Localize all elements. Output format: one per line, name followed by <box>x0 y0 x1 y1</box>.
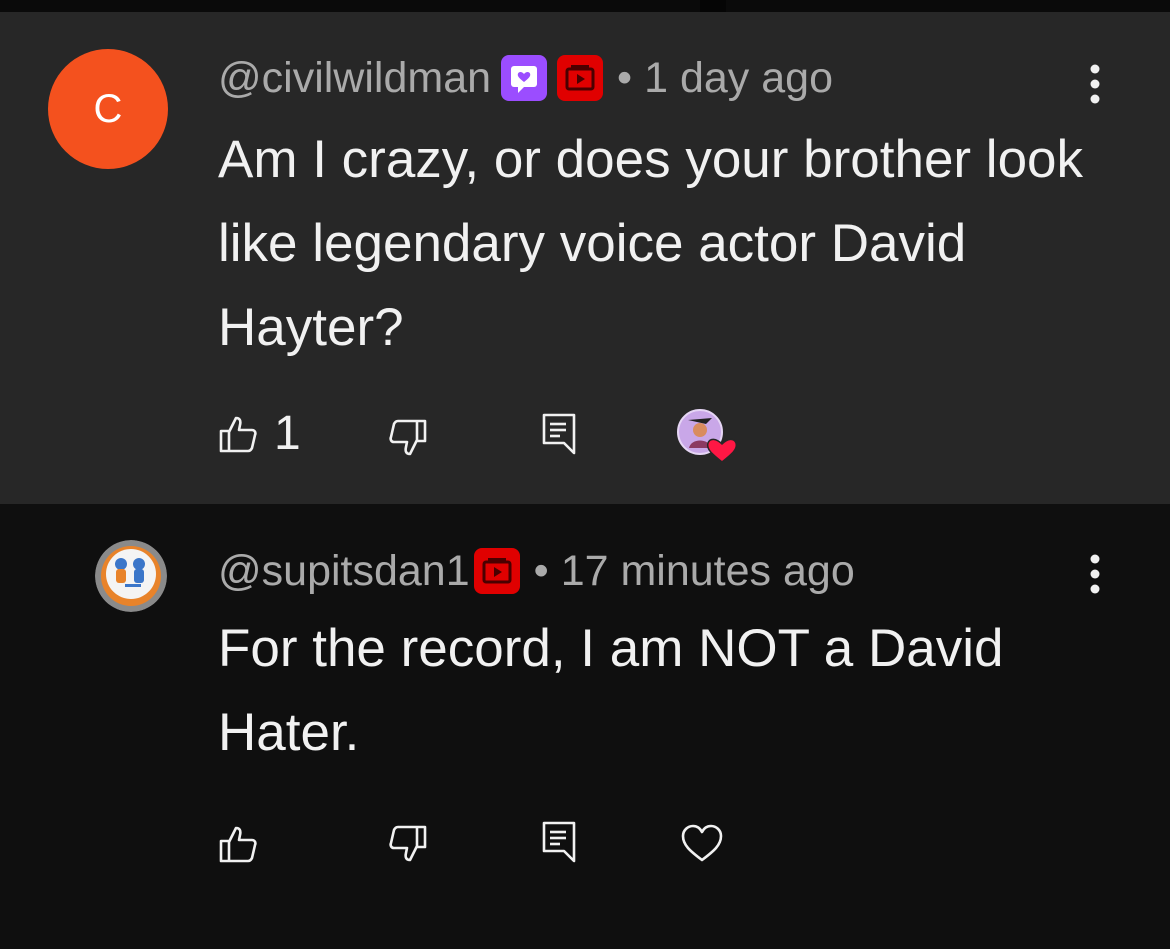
comment-header: @civilwildman • 1 day ago <box>218 53 833 103</box>
dislike-button[interactable] <box>388 418 428 458</box>
more-options-icon[interactable] <box>1080 546 1110 606</box>
avatar[interactable] <box>95 540 167 612</box>
thumbs-up-icon <box>219 826 257 863</box>
creator-heart-icon <box>676 408 742 466</box>
meta-separator: • <box>617 53 633 102</box>
reply-button[interactable] <box>541 820 577 864</box>
reply-icon <box>542 413 576 455</box>
heart-button[interactable] <box>680 822 724 864</box>
author-name[interactable]: @civilwildman <box>218 54 491 103</box>
like-button[interactable] <box>218 824 274 864</box>
dislike-button[interactable] <box>388 824 428 864</box>
reply-button[interactable] <box>541 412 577 456</box>
youtube-badge-icon <box>473 548 520 594</box>
meta-separator: • <box>533 546 549 595</box>
member-badge-icon <box>501 55 548 101</box>
heart-outline-icon <box>681 824 723 862</box>
author-name[interactable]: @supitsdan1 <box>218 547 470 596</box>
youtube-badge-icon <box>557 55 604 101</box>
like-button[interactable]: 1 <box>218 410 301 458</box>
comment-text: For the record, I am NOT a David Hater. <box>218 619 1004 762</box>
comment-header: @supitsdan1 • 17 minutes ago <box>218 546 855 596</box>
reply-icon <box>542 821 576 863</box>
thumbs-down-icon <box>389 419 427 456</box>
avatar[interactable]: C <box>48 49 168 169</box>
thumbs-down-icon <box>389 825 427 862</box>
like-count: 1 <box>274 407 301 460</box>
comment-text: Am I crazy, or does your brother look li… <box>218 130 1084 357</box>
comment-timestamp[interactable]: 1 day ago <box>644 54 833 103</box>
top-bar <box>0 0 1170 46</box>
comment-card-highlighted: C @civilwildman • 1 day ago Am I crazy, … <box>0 12 1170 504</box>
thumbs-up-icon <box>219 416 257 453</box>
comment-reply-card: @supitsdan1 • 17 minutes ago For the rec… <box>0 504 1170 949</box>
more-options-icon[interactable] <box>1080 56 1110 116</box>
comment-timestamp[interactable]: 17 minutes ago <box>561 547 855 596</box>
